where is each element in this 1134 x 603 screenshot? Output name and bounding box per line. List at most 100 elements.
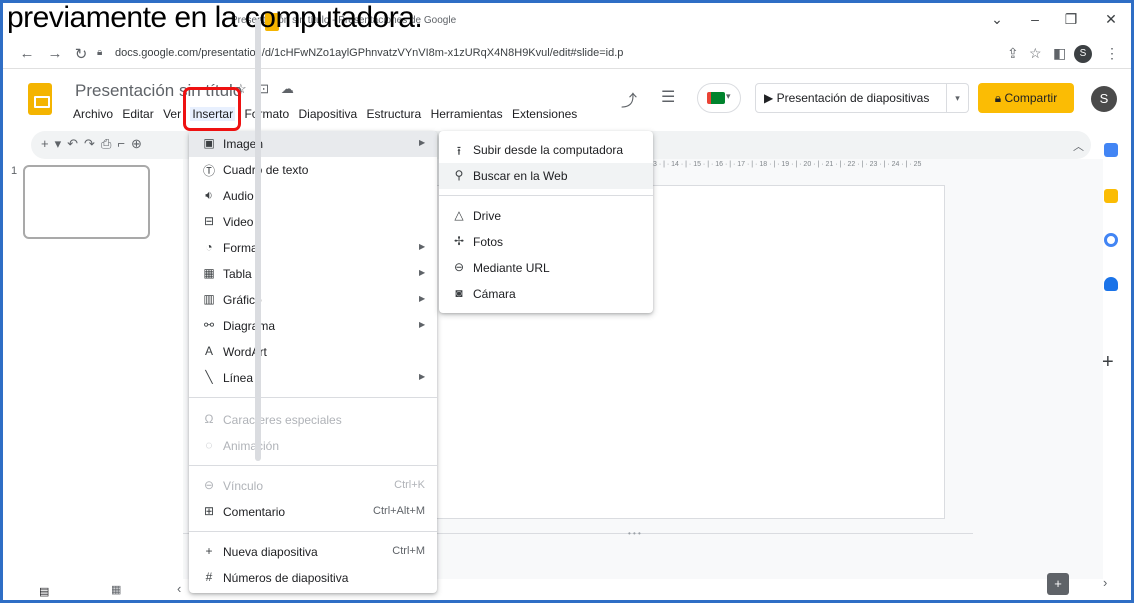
link-icon: ⊖ [453, 260, 465, 274]
menu-diapositiva[interactable]: Diapositiva [298, 107, 357, 121]
line-icon: ╲ [205, 370, 213, 384]
address-bar-row: ← → ↻ 🔒︎ docs.google.com/presentation/d/… [3, 39, 1131, 69]
submenu-item-subir-desde-la-computadora[interactable]: ⭱ Subir desde la computadora [439, 137, 653, 163]
menu-item-linea[interactable]: ╲ Línea ▶ [189, 365, 437, 391]
table-icon: ▦ [203, 266, 215, 280]
menu-item-numeros-de-diapositiva[interactable]: # Números de diapositiva [189, 565, 437, 591]
calendar-icon[interactable] [1104, 143, 1118, 157]
share-button[interactable]: 🔒︎ Compartir [978, 83, 1074, 113]
collapse-toolbar-icon[interactable]: ︿ [1073, 138, 1084, 154]
submenu-divider [439, 195, 653, 196]
submenu-item-camara[interactable]: ◙ Cámara [439, 281, 653, 307]
menu-bar: Archivo Editar Ver Insertar Formato Diap… [73, 107, 583, 127]
submenu-arrow-icon: ▶ [419, 294, 426, 303]
slideshow-label: Presentación de diapositivas [776, 91, 930, 105]
menu-item-wordart[interactable]: A WordArt [189, 339, 437, 365]
chevron-down-icon[interactable]: ▾ [55, 136, 68, 151]
menu-ver[interactable]: Ver [163, 107, 181, 121]
meet-button[interactable]: ▾ [697, 83, 741, 113]
menu-divider [189, 397, 437, 398]
browser-menu-icon[interactable]: ⋮ [1105, 45, 1119, 62]
slides-logo-icon[interactable] [28, 83, 52, 115]
paint-format-icon[interactable]: ⌐ [117, 136, 131, 151]
menu-item-video[interactable]: ⊟ Video [189, 209, 437, 235]
insert-menu-highlight-annotation [183, 87, 241, 131]
menu-divider [189, 465, 437, 466]
menu-editar[interactable]: Editar [122, 107, 153, 121]
comments-icon[interactable]: ☰ [661, 87, 675, 107]
chevron-down-icon: ▾ [955, 93, 960, 103]
menu-item-diagrama[interactable]: ⚯ Diagrama ▶ [189, 313, 437, 339]
submenu-item-fotos[interactable]: ✢ Fotos [439, 229, 653, 255]
keep-icon[interactable] [1104, 189, 1118, 203]
image-icon: ▣ [203, 136, 215, 150]
restore-button[interactable]: ❐ [1057, 11, 1085, 28]
contacts-icon[interactable] [1104, 277, 1118, 291]
screenshot-frame: Presentación sin título - Presentaciones… [0, 0, 1134, 603]
menu-item-tabla[interactable]: ▦ Tabla ▶ [189, 261, 437, 287]
grid-view-icon[interactable]: ▦ [111, 583, 121, 596]
menu-herramientas[interactable]: Herramientas [431, 107, 503, 121]
menu-item-imagen[interactable]: ▣ Imagen ▶ [189, 131, 437, 157]
reload-icon[interactable]: ↻ [71, 45, 91, 63]
filmstrip-view-icon[interactable]: ▤ [39, 585, 49, 598]
submenu-arrow-icon: ▶ [419, 242, 426, 251]
undo-icon[interactable]: ↶ [67, 136, 84, 151]
slide-number: 1 [11, 165, 18, 177]
redo-icon[interactable]: ↷ [84, 136, 101, 151]
lock-icon[interactable]: 🔒︎ [97, 47, 102, 58]
tab-search-icon[interactable]: ⌄ [983, 11, 1011, 28]
menu-item-nueva-diapositiva[interactable]: + Nueva diapositiva Ctrl+M [189, 539, 437, 565]
share-page-icon[interactable]: ⇪ [1007, 45, 1019, 62]
submenu-arrow-icon: ▶ [419, 268, 426, 277]
drag-handle-icon[interactable]: • • • [628, 529, 641, 538]
new-slide-icon[interactable]: + [41, 136, 55, 151]
chevron-right-icon[interactable]: › [1103, 575, 1107, 590]
back-icon[interactable]: ← [17, 45, 37, 62]
title-actions: ☆ ⊡ ☁ [235, 81, 294, 97]
side-panel: + [1095, 131, 1131, 581]
submenu-item-buscar-en-la-web[interactable]: ⚲ Buscar en la Web [439, 163, 653, 189]
menu-item-animacion: ◌ Animación [189, 433, 437, 459]
submenu-item-mediante-url[interactable]: ⊖ Mediante URL [439, 255, 653, 281]
submenu-arrow-icon: ▶ [419, 138, 426, 147]
slide-thumbnail[interactable] [23, 165, 150, 239]
cloud-status-icon[interactable]: ☁ [281, 81, 294, 96]
minimize-button[interactable]: – [1021, 11, 1049, 27]
chevron-left-icon[interactable]: ‹ [177, 581, 181, 596]
bookmark-star-icon[interactable]: ☆ [1029, 45, 1042, 62]
menu-item-comentario[interactable]: ⊞ Comentario Ctrl+Alt+M [189, 499, 437, 525]
menu-item-cuadro-de-texto[interactable]: Ⓣ Cuadro de texto [189, 157, 437, 183]
menu-divider [189, 531, 437, 532]
link-icon: ⊖ [203, 478, 215, 492]
submenu-item-drive[interactable]: △ Drive [439, 203, 653, 229]
add-addon-icon[interactable]: + [1102, 351, 1114, 374]
menu-extensiones[interactable]: Extensiones [512, 107, 577, 121]
url-field[interactable]: docs.google.com/presentation/d/1cHFwNZo1… [115, 47, 623, 59]
activity-trend-icon[interactable]: ⤴ [621, 87, 637, 111]
tasks-icon[interactable] [1104, 233, 1118, 247]
menu-item-forma[interactable]: ◔ Forma ▶ [189, 235, 437, 261]
slideshow-dropdown[interactable]: ▾ [947, 83, 969, 113]
menu-item-audio[interactable]: 🔉︎ Audio [189, 183, 437, 209]
image-submenu: ⭱ Subir desde la computadora ⚲ Buscar en… [439, 131, 653, 313]
menu-scrollbar[interactable] [255, 19, 261, 461]
account-avatar[interactable]: S [1091, 86, 1117, 112]
zoom-icon[interactable]: ⊕ [131, 136, 148, 151]
forward-icon[interactable]: → [45, 45, 65, 62]
explore-icon[interactable]: + [1047, 573, 1069, 595]
slideshow-button[interactable]: ▶︎ Presentación de diapositivas [755, 83, 947, 113]
menu-formato[interactable]: Formato [244, 107, 289, 121]
bottom-bar: ▤ ▦ ‹ + › [3, 571, 1131, 600]
menu-archivo[interactable]: Archivo [73, 107, 113, 121]
menu-item-grafico[interactable]: ▥ Gráfico ▶ [189, 287, 437, 313]
browser-profile-avatar[interactable]: S [1074, 45, 1092, 63]
menu-estructura[interactable]: Estructura [367, 107, 422, 121]
close-button[interactable]: ✕ [1097, 11, 1125, 28]
submenu-arrow-icon: ▶ [419, 320, 426, 329]
special-chars-icon: Ω [204, 412, 214, 426]
print-icon[interactable]: ⎙ [101, 136, 117, 151]
diagram-icon: ⚯ [203, 318, 215, 332]
upload-icon: ⭱ [456, 144, 462, 158]
side-panel-icon[interactable]: ◧ [1053, 45, 1066, 62]
